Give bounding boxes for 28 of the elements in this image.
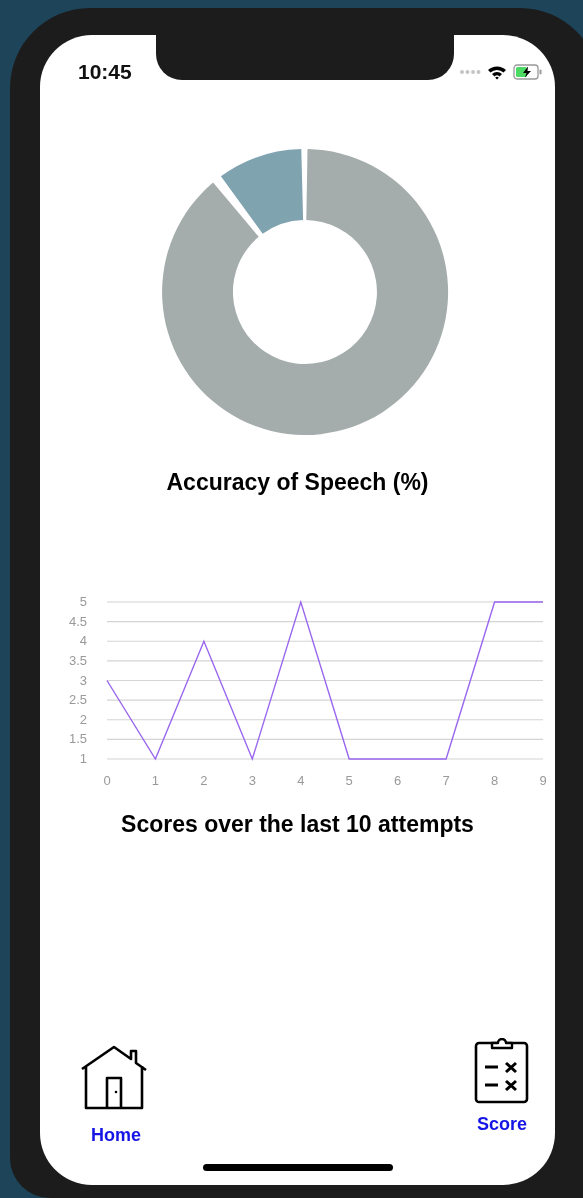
wifi-icon [487, 64, 507, 80]
y-axis-label: 2.5 [68, 692, 87, 708]
tab-bar-item[interactable]: Score [474, 1038, 530, 1135]
y-axis-label: 5 [79, 594, 87, 609]
y-axis-label: 4 [79, 633, 87, 649]
battery-charging-icon [513, 64, 543, 80]
x-axis-label: 2 [199, 773, 207, 788]
y-axis-label: 1.5 [68, 731, 87, 747]
y-axis-label: 1 [79, 751, 87, 766]
chart-title: Scores over the last 10 attempts [121, 811, 474, 838]
x-axis-label: 9 [538, 773, 547, 788]
y-axis-label: 3.5 [68, 652, 87, 668]
x-axis-label: 8 [490, 773, 498, 788]
x-axis-label: 6 [393, 773, 401, 788]
x-axis-label: 4 [296, 773, 304, 788]
status-time: 10:45 [78, 60, 132, 84]
x-axis-label: 1 [151, 773, 159, 788]
x-axis-label: 7 [442, 773, 450, 788]
y-axis-label: 4.5 [68, 613, 87, 629]
x-axis-label: 0 [102, 773, 111, 788]
signal-icon [459, 69, 481, 75]
clipboard-icon [474, 1038, 530, 1104]
y-axis-label: 3 [79, 672, 87, 688]
x-axis-label: 3 [248, 773, 256, 788]
chart-title: Accuracy of Speech (%) [166, 469, 429, 496]
tab-bar-item[interactable]: Home [80, 1045, 152, 1146]
x-axis-label: 5 [345, 773, 353, 788]
y-axis-label: 2 [79, 711, 87, 727]
